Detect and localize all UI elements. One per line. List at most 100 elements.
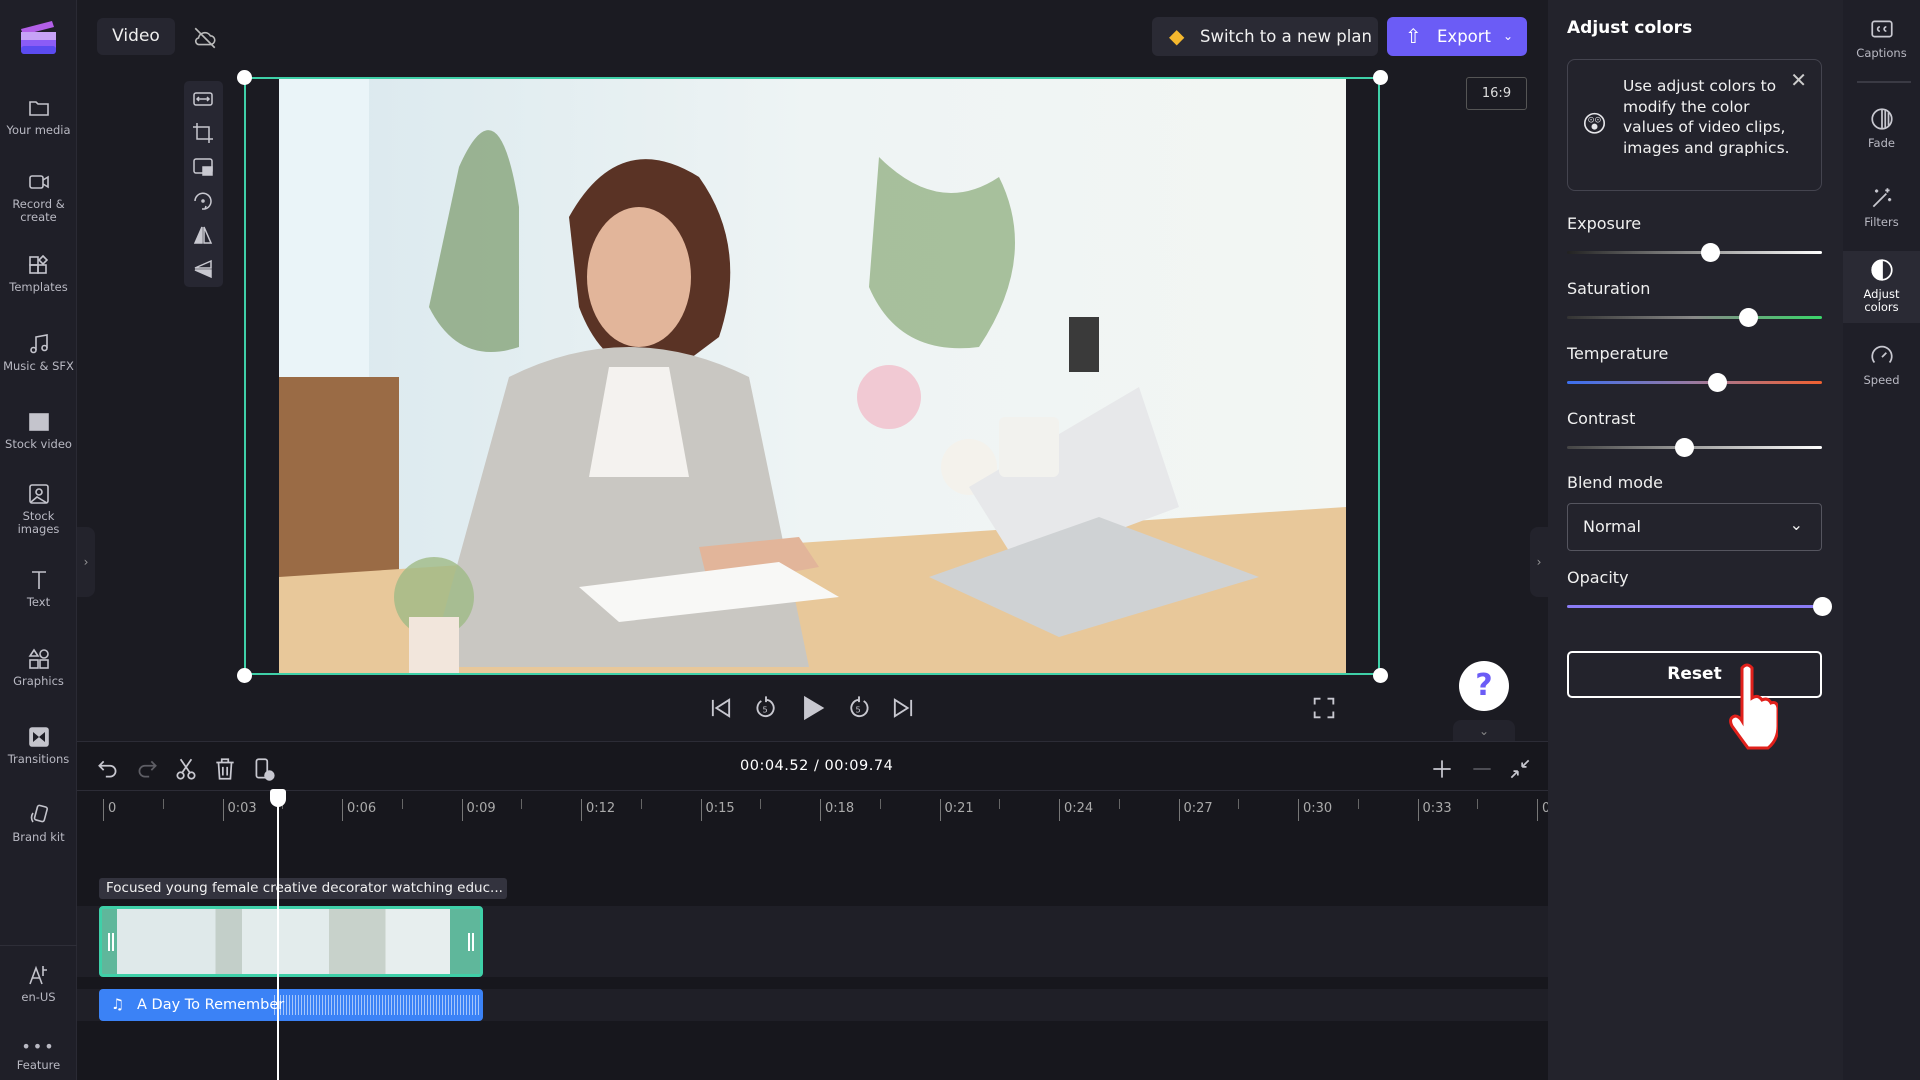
close-icon[interactable]: ✕ — [1790, 68, 1807, 92]
sidebar-item-brand-kit[interactable]: Brand kit — [0, 803, 77, 844]
magic-wand-icon — [1872, 188, 1891, 208]
collapse-preview-button[interactable]: ⌄ — [1453, 720, 1515, 742]
exposure-slider[interactable] — [1567, 243, 1822, 262]
audio-clip[interactable]: ♫ A Day To Remember — [99, 989, 483, 1021]
slider-thumb[interactable] — [1739, 308, 1759, 327]
timeline-ruler[interactable]: 0 0:03 0:06 0:09 0:12 0:15 0:18 0:21 0:24 0:27 0:3… — [77, 790, 1550, 821]
sidebar-item-text[interactable]: Text — [0, 568, 77, 609]
switch-plan-button[interactable]: ◆ Switch to a new plan — [1152, 17, 1378, 56]
rail-item-adjust-colors[interactable]: Adjust colors — [1843, 251, 1920, 323]
rail-item-captions[interactable]: Captions — [1843, 16, 1920, 60]
resize-handle-bottom-left[interactable] — [237, 668, 252, 683]
flip-vertical-icon[interactable] — [191, 257, 215, 281]
ruler-tick-label: 0:15 — [705, 801, 735, 816]
redo-icon[interactable] — [134, 756, 160, 782]
saturation-slider[interactable] — [1567, 308, 1822, 327]
picture-in-picture-icon[interactable] — [191, 155, 215, 179]
slider-thumb[interactable] — [1708, 373, 1728, 392]
export-button[interactable]: ⇧ Export ⌄ — [1387, 17, 1527, 56]
video-clip[interactable] — [99, 906, 483, 977]
trim-handle-left[interactable] — [108, 933, 114, 951]
rail-item-filters[interactable]: Filters — [1843, 185, 1920, 229]
playhead[interactable] — [277, 790, 279, 1080]
sidebar-item-transitions[interactable]: Transitions — [0, 725, 77, 766]
resize-handle-top-left[interactable] — [237, 70, 252, 85]
svg-text:5: 5 — [763, 705, 768, 715]
help-button[interactable]: ? — [1459, 661, 1509, 711]
music-note-icon: ♫ — [111, 997, 124, 1013]
contrast-slider[interactable] — [1567, 438, 1822, 457]
ruler-tick-label: 0 — [108, 801, 117, 816]
ruler-tick: 0:12 — [581, 799, 615, 821]
temperature-label: Temperature — [1567, 344, 1669, 363]
resize-handle-top-right[interactable] — [1373, 70, 1388, 85]
collapse-right-panel-button[interactable]: › — [1530, 527, 1548, 597]
undo-icon[interactable] — [95, 756, 121, 782]
sidebar-item-music-sfx[interactable]: Music & SFX — [0, 332, 77, 373]
chevron-down-icon: ⌄ — [1789, 515, 1803, 534]
skip-to-end-icon[interactable] — [889, 694, 917, 722]
panel-title: Adjust colors — [1567, 18, 1693, 38]
fit-timeline-icon[interactable] — [1507, 756, 1533, 782]
delete-icon[interactable] — [212, 756, 238, 782]
play-icon[interactable] — [798, 694, 826, 722]
zoom-out-icon[interactable] — [1469, 756, 1495, 782]
exposure-label: Exposure — [1567, 214, 1642, 233]
diamond-icon: ◆ — [1169, 24, 1185, 48]
shapes-icon — [27, 647, 51, 671]
upload-icon: ⇧ — [1405, 24, 1422, 48]
clipchamp-logo[interactable] — [18, 17, 58, 57]
rewind-5-icon[interactable]: 5 — [752, 694, 780, 722]
sidebar-item-templates[interactable]: Templates — [0, 253, 77, 294]
forward-5-icon[interactable]: 5 — [845, 694, 873, 722]
expand-left-panel-button[interactable]: › — [77, 527, 95, 597]
ruler-tick: 0:15 — [700, 799, 735, 821]
reset-button[interactable]: Reset — [1567, 651, 1822, 698]
add-to-timeline-icon[interactable] — [251, 756, 277, 782]
opacity-slider[interactable] — [1567, 597, 1832, 616]
ruler-tick-label: 0:30 — [1303, 801, 1333, 816]
sidebar-item-record-create[interactable]: Record & create — [0, 170, 77, 224]
ruler-tick: 0:06 — [342, 799, 376, 821]
music-icon — [27, 332, 51, 356]
slider-thumb[interactable] — [1813, 597, 1832, 616]
saturation-label: Saturation — [1567, 279, 1651, 298]
adjust-colors-panel: Adjust colors 😲 Use adjust colors to mod… — [1548, 0, 1843, 1080]
slider-thumb[interactable] — [1700, 243, 1720, 262]
left-sidebar: Your media Record & create Templates Mus… — [0, 0, 77, 1080]
ruler-tick-label: 0:21 — [944, 801, 974, 816]
flip-horizontal-icon[interactable] — [191, 223, 215, 247]
sidebar-item-stock-images[interactable]: Stock images — [0, 482, 77, 536]
audio-waveform — [274, 995, 479, 1015]
feature-button[interactable]: ••• Feature — [0, 1039, 77, 1072]
image-icon — [27, 482, 51, 506]
language-button[interactable]: en-US — [0, 963, 77, 1004]
fit-icon[interactable] — [191, 87, 215, 111]
rail-item-fade[interactable]: Fade — [1843, 106, 1920, 150]
sidebar-item-stock-video[interactable]: Stock video — [0, 410, 77, 451]
sidebar-item-your-media[interactable]: Your media — [0, 96, 77, 137]
rotate-icon[interactable] — [191, 189, 215, 213]
crop-icon[interactable] — [191, 121, 215, 145]
ruler-minor-tick — [999, 799, 1001, 809]
slider-thumb[interactable] — [1675, 438, 1695, 457]
folder-icon — [27, 96, 51, 120]
ruler-tick: 0:24 — [1059, 799, 1093, 821]
zoom-in-icon[interactable] — [1429, 756, 1455, 782]
playhead-handle[interactable] — [270, 789, 286, 807]
rail-item-speed[interactable]: Speed — [1843, 343, 1920, 387]
emoji-icon: 😲 — [1582, 110, 1608, 138]
split-scissors-icon[interactable] — [173, 756, 199, 782]
selection-frame — [244, 77, 1380, 675]
aspect-ratio-button[interactable]: 16:9 — [1466, 77, 1527, 110]
trim-handle-right[interactable] — [468, 933, 474, 951]
temperature-slider[interactable] — [1567, 373, 1822, 392]
fullscreen-icon[interactable] — [1310, 694, 1338, 722]
blend-mode-dropdown[interactable]: Normal ⌄ — [1567, 503, 1822, 551]
ruler-minor-tick — [401, 799, 403, 809]
sidebar-item-graphics[interactable]: Graphics — [0, 647, 77, 688]
resize-handle-bottom-right[interactable] — [1373, 668, 1388, 683]
skip-to-start-icon[interactable] — [707, 694, 735, 722]
project-name-button[interactable]: Video — [97, 18, 175, 55]
ruler-tick: 0:03 — [222, 799, 257, 821]
